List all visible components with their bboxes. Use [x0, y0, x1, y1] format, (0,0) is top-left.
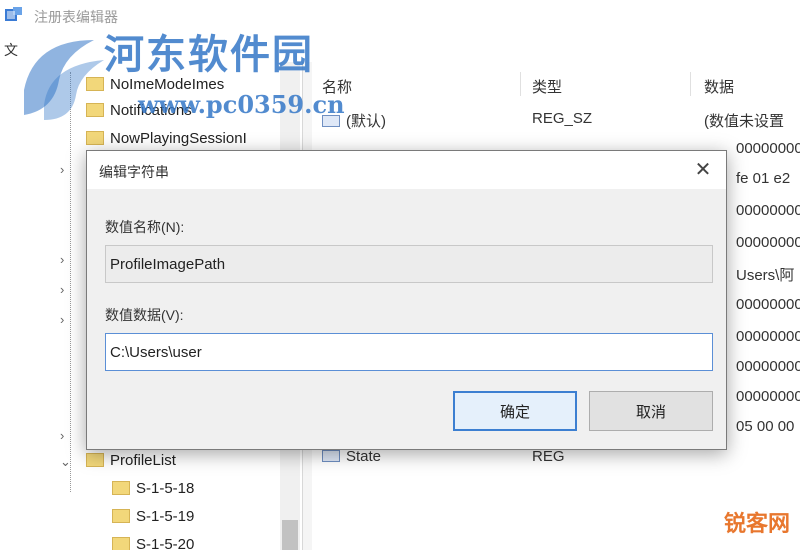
- folder-icon: [112, 509, 130, 523]
- value-name: (默认): [346, 113, 386, 130]
- value-data: Users\阿: [736, 267, 795, 284]
- column-divider[interactable]: [520, 72, 521, 96]
- value-data-label: 数值数据(V):: [105, 307, 184, 323]
- tree-item[interactable]: S-1-5-18: [112, 480, 194, 502]
- value-data: 00000000: [736, 202, 800, 219]
- tree-item-label: S-1-5-18: [136, 480, 195, 497]
- collapse-chevron-icon[interactable]: ⌄: [60, 454, 71, 470]
- value-data: 05 00 00: [736, 418, 795, 435]
- value-data: (数值未设置: [704, 113, 784, 130]
- tree-scrollbar-thumb[interactable]: [282, 520, 298, 550]
- tree-item[interactable]: S-1-5-20: [112, 536, 194, 550]
- value-name-label: 数值名称(N):: [105, 219, 185, 235]
- value-name-field[interactable]: [105, 245, 713, 283]
- value-type: REG_SZ: [532, 110, 593, 127]
- value-data: 00000000: [736, 140, 800, 157]
- dialog-title: 编辑字符串: [99, 164, 169, 180]
- column-header-data[interactable]: 数据: [704, 76, 734, 97]
- expand-chevron-icon[interactable]: ›: [60, 162, 64, 177]
- expand-chevron-icon[interactable]: ›: [60, 312, 64, 327]
- tree-item-label: S-1-5-19: [136, 508, 195, 525]
- ok-button[interactable]: 确定: [453, 391, 577, 431]
- value-data: 00000000: [736, 328, 800, 345]
- value-type: REG: [532, 448, 565, 465]
- expand-chevron-icon[interactable]: ›: [60, 252, 64, 267]
- folder-icon: [112, 537, 130, 550]
- tree-guide-line: [70, 72, 71, 492]
- folder-icon: [86, 453, 104, 467]
- value-name: State: [346, 448, 382, 465]
- column-divider[interactable]: [690, 72, 691, 96]
- value-data-field[interactable]: [105, 333, 713, 371]
- expand-chevron-icon[interactable]: ›: [60, 428, 64, 443]
- expand-chevron-icon[interactable]: ›: [60, 282, 64, 297]
- tree-item-label: ProfileList: [110, 452, 176, 469]
- binary-value-icon: [322, 450, 340, 462]
- watermark-site-url: www.pc0359.cn: [138, 90, 345, 119]
- value-data: 00000000: [736, 358, 800, 375]
- watermark-corner-mark: 锐客网: [723, 512, 790, 537]
- column-header-type[interactable]: 类型: [532, 76, 562, 97]
- watermark-site-name: 河东软件园: [104, 31, 314, 78]
- dialog-titlebar: 编辑字符串 ✕: [87, 151, 726, 189]
- folder-icon: [112, 481, 130, 495]
- tree-item[interactable]: NowPlayingSessionI: [86, 130, 247, 152]
- tree-item-label: NowPlayingSessionI: [110, 130, 247, 147]
- folder-icon: [86, 131, 104, 145]
- value-data: 00000000: [736, 388, 800, 405]
- cancel-button[interactable]: 取消: [589, 391, 713, 431]
- value-data: 00000000: [736, 296, 800, 313]
- edit-string-dialog: 编辑字符串 ✕ 数值名称(N): 数值数据(V): 确定 取消: [86, 150, 727, 450]
- close-icon[interactable]: ✕: [690, 157, 716, 183]
- tree-item-label: S-1-5-20: [136, 536, 195, 550]
- value-row-state[interactable]: State: [322, 448, 381, 472]
- tree-item[interactable]: S-1-5-19: [112, 508, 194, 530]
- value-data: 00000000: [736, 234, 800, 251]
- value-data: fe 01 e2: [736, 170, 791, 187]
- tree-item-profilelist[interactable]: ProfileList: [86, 452, 176, 474]
